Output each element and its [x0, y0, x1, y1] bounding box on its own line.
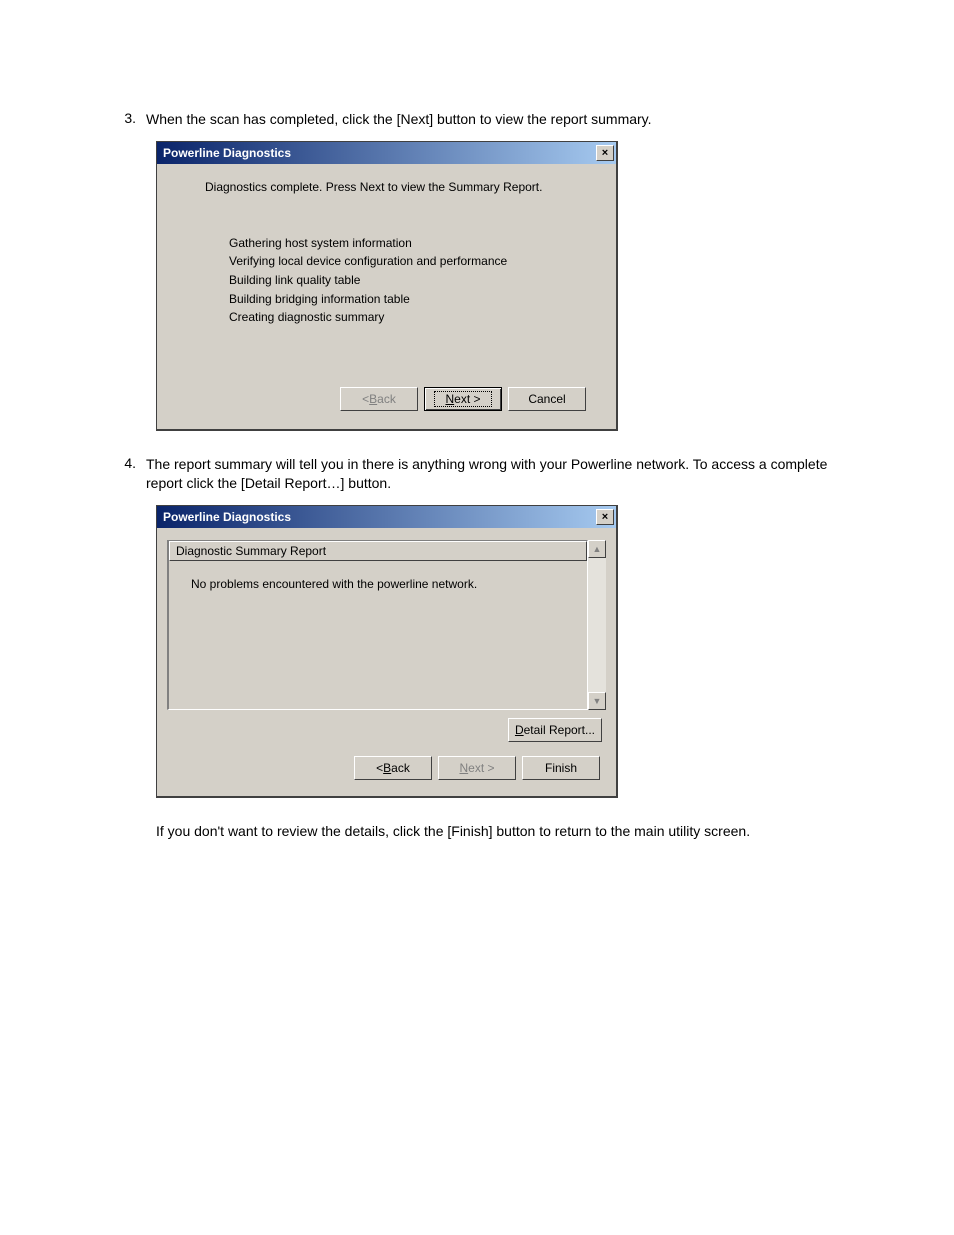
finish-label: Finish	[545, 761, 577, 775]
button-row: < Back Next > Finish	[167, 756, 606, 786]
progress-list: Gathering host system information Verify…	[229, 234, 592, 327]
cancel-label: Cancel	[528, 392, 565, 406]
back-prefix: <	[376, 761, 383, 775]
step-text: The report summary will tell you in ther…	[146, 455, 834, 493]
dialog-title: Powerline Diagnostics	[163, 146, 291, 160]
progress-item: Gathering host system information	[229, 234, 592, 253]
dialog-1-wrap: Powerline Diagnostics × Diagnostics comp…	[156, 141, 834, 431]
trailing-text: If you don't want to review the details,…	[156, 822, 834, 841]
back-suffix: ack	[391, 761, 410, 775]
step-3: 3. When the scan has completed, click th…	[120, 110, 834, 129]
dialog-2-wrap: Powerline Diagnostics × Diagnostic Summa…	[156, 505, 834, 798]
dialog-body: Diagnostics complete. Press Next to view…	[157, 164, 616, 429]
step-number: 4.	[120, 455, 146, 493]
dialog-body: Diagnostic Summary Report No problems en…	[157, 528, 616, 796]
close-button[interactable]: ×	[596, 145, 614, 161]
back-mnemonic: B	[369, 392, 377, 406]
detail-row: Detail Report...	[167, 710, 606, 756]
detail-report-button[interactable]: Detail Report...	[508, 718, 602, 742]
report-body: Diagnostic Summary Report No problems en…	[167, 540, 588, 710]
step-number: 3.	[120, 110, 146, 129]
step-4: 4. The report summary will tell you in t…	[120, 455, 834, 493]
next-suffix: ext >	[468, 761, 494, 775]
progress-item: Building link quality table	[229, 271, 592, 290]
titlebar: Powerline Diagnostics ×	[157, 142, 616, 164]
close-icon: ×	[602, 511, 608, 523]
progress-item: Verifying local device configuration and…	[229, 252, 592, 271]
next-button[interactable]: Next >	[424, 387, 502, 411]
finish-button[interactable]: Finish	[522, 756, 600, 780]
detail-suffix: etail Report...	[524, 723, 595, 737]
report-header-text: Diagnostic Summary Report	[176, 544, 326, 558]
report-column-header: Diagnostic Summary Report	[169, 541, 587, 561]
back-mnemonic: B	[383, 761, 391, 775]
scroll-up-button[interactable]: ▲	[588, 540, 606, 558]
scroll-down-button[interactable]: ▼	[588, 692, 606, 710]
report-content: No problems encountered with the powerli…	[169, 561, 587, 595]
progress-item: Building bridging information table	[229, 290, 592, 309]
status-message: Diagnostics complete. Press Next to view…	[205, 180, 592, 194]
progress-item: Creating diagnostic summary	[229, 308, 592, 327]
next-mnemonic: N	[445, 392, 454, 406]
document-page: 3. When the scan has completed, click th…	[0, 0, 954, 1235]
back-button[interactable]: < Back	[354, 756, 432, 780]
back-prefix: <	[362, 392, 369, 406]
scroll-track[interactable]	[588, 558, 606, 692]
step-text: When the scan has completed, click the […	[146, 110, 834, 129]
next-button[interactable]: Next >	[438, 756, 516, 780]
next-suffix: ext >	[454, 392, 480, 406]
close-button[interactable]: ×	[596, 509, 614, 525]
close-icon: ×	[602, 147, 608, 159]
dialog-title: Powerline Diagnostics	[163, 510, 291, 524]
detail-mnemonic: D	[515, 723, 524, 737]
back-suffix: ack	[377, 392, 396, 406]
chevron-down-icon: ▼	[593, 696, 602, 706]
diagnostics-summary-dialog: Powerline Diagnostics × Diagnostic Summa…	[156, 505, 618, 798]
titlebar: Powerline Diagnostics ×	[157, 506, 616, 528]
report-message: No problems encountered with the powerli…	[191, 577, 577, 591]
next-mnemonic: N	[459, 761, 468, 775]
vertical-scrollbar[interactable]: ▲ ▼	[588, 540, 606, 710]
report-area: Diagnostic Summary Report No problems en…	[167, 540, 606, 710]
chevron-up-icon: ▲	[593, 544, 602, 554]
diagnostics-progress-dialog: Powerline Diagnostics × Diagnostics comp…	[156, 141, 618, 431]
button-row: < Back Next > Cancel	[181, 387, 592, 417]
cancel-button[interactable]: Cancel	[508, 387, 586, 411]
back-button[interactable]: < Back	[340, 387, 418, 411]
